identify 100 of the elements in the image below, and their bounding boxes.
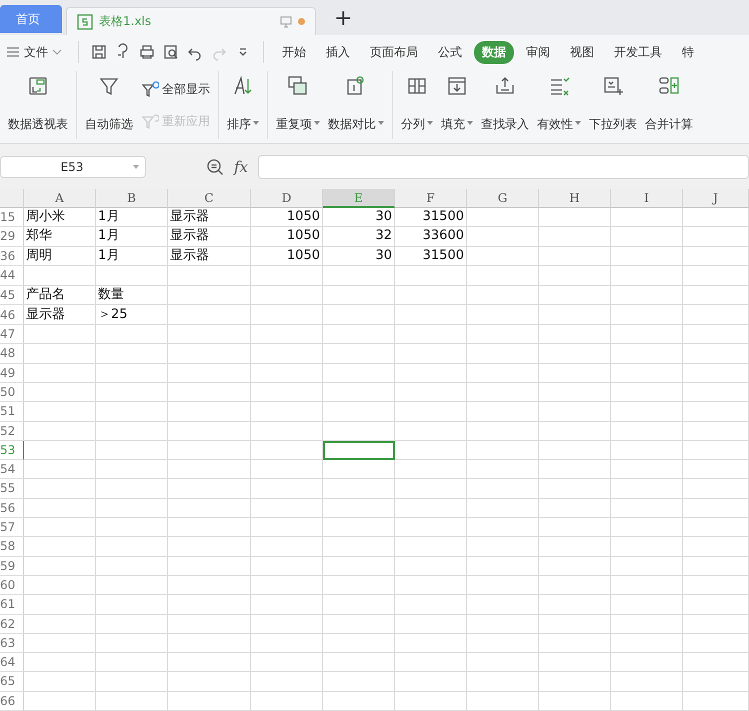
table-cell: [539, 479, 611, 499]
row-header[interactable]: 44: [0, 266, 24, 286]
monitor-icon[interactable]: [280, 16, 292, 28]
row-header[interactable]: 51: [0, 402, 24, 422]
name-box[interactable]: E53: [0, 156, 146, 178]
table-cell: [96, 498, 168, 518]
table-cell: [611, 440, 683, 460]
table-cell: 1050: [251, 208, 323, 228]
row-header[interactable]: 53: [0, 440, 24, 460]
table-cell: [611, 382, 683, 402]
ribbon-tab[interactable]: 公式: [430, 40, 470, 64]
ribbon-button[interactable]: 合并计算: [641, 71, 697, 140]
row-header[interactable]: 45: [0, 286, 24, 306]
ribbon-tab[interactable]: 数据: [474, 40, 514, 64]
table-cell: [24, 498, 96, 518]
ribbon-button[interactable]: 填充: [437, 71, 477, 140]
table-cell: [323, 344, 395, 364]
row-header[interactable]: 48: [0, 344, 24, 364]
row-header[interactable]: 56: [0, 498, 24, 518]
overlap-squares-icon: [287, 75, 309, 98]
row-header[interactable]: 54: [0, 460, 24, 480]
ribbon-button[interactable]: 全部显示: [141, 80, 210, 98]
table-cell: [683, 537, 749, 557]
table-cell: [467, 537, 539, 557]
selected-cell[interactable]: [323, 440, 395, 460]
preview-icon[interactable]: [162, 43, 180, 62]
save-icon[interactable]: [90, 43, 108, 62]
ribbon-button[interactable]: 数据对比: [324, 71, 388, 140]
column-header[interactable]: I: [611, 188, 683, 208]
table-cell: [683, 208, 749, 228]
row-header[interactable]: 47: [0, 325, 24, 344]
table-cell: [323, 460, 395, 480]
column-header[interactable]: H: [539, 188, 611, 208]
row-header[interactable]: 65: [0, 672, 24, 692]
table-cell: [251, 576, 323, 596]
row-header[interactable]: 57: [0, 518, 24, 538]
ribbon-button[interactable]: 分列: [397, 71, 437, 140]
new-tab-button[interactable]: +: [320, 6, 366, 36]
ribbon-tab[interactable]: 审阅: [518, 40, 558, 64]
ribbon-button[interactable]: 重复项: [272, 71, 324, 140]
table-cell: [467, 440, 539, 460]
zoom-out-icon[interactable]: [206, 158, 224, 176]
table-cell: [467, 595, 539, 614]
table-cell: 31500: [395, 208, 467, 228]
ribbon-button[interactable]: 下拉列表: [585, 71, 641, 140]
file-menu[interactable]: 文件: [6, 44, 70, 61]
column-header[interactable]: F: [395, 188, 467, 208]
table-cell: [323, 382, 395, 402]
print-icon[interactable]: [138, 43, 156, 62]
ribbon-button[interactable]: 排序: [223, 71, 263, 140]
ribbon-tab[interactable]: 特: [674, 40, 702, 64]
table-cell: 1050: [251, 246, 323, 266]
ribbon-button[interactable]: 自动筛选: [81, 71, 137, 140]
column-header[interactable]: B: [96, 188, 168, 208]
table-cell: [467, 325, 539, 344]
row-header[interactable]: 61: [0, 595, 24, 614]
row-header[interactable]: 36: [0, 246, 24, 266]
table-cell: [467, 246, 539, 266]
row-header[interactable]: 49: [0, 364, 24, 383]
formula-input[interactable]: [258, 155, 749, 180]
table-cell: [251, 614, 323, 634]
ribbon-tab[interactable]: 页面布局: [362, 40, 426, 64]
table-cell: [395, 440, 467, 460]
ribbon-tab[interactable]: 开发工具: [606, 40, 670, 64]
row-header[interactable]: 59: [0, 556, 24, 576]
ribbon-button[interactable]: 有效性: [533, 71, 585, 140]
row-header[interactable]: 46: [0, 305, 24, 326]
row-header[interactable]: 29: [0, 227, 24, 247]
ribbon-button[interactable]: 数据透视表: [4, 71, 72, 140]
ribbon-button[interactable]: 查找录入: [477, 71, 533, 140]
row-header[interactable]: 55: [0, 479, 24, 499]
row-header[interactable]: 52: [0, 422, 24, 441]
table-cell: [251, 653, 323, 672]
ribbon-tab[interactable]: 插入: [318, 40, 358, 64]
column-header[interactable]: J: [683, 188, 749, 208]
table-cell: [96, 518, 168, 538]
table-cell: [323, 595, 395, 614]
column-header[interactable]: C: [168, 188, 251, 208]
table-cell: [323, 634, 395, 654]
column-header[interactable]: D: [251, 188, 323, 208]
table-cell: 32: [323, 227, 395, 247]
row-header[interactable]: 50: [0, 382, 24, 402]
column-header[interactable]: A: [24, 188, 96, 208]
column-header[interactable]: G: [467, 188, 539, 208]
ribbon-tab[interactable]: 视图: [562, 40, 602, 64]
row-header[interactable]: 64: [0, 653, 24, 672]
row-header[interactable]: 58: [0, 537, 24, 557]
table-cell: [539, 556, 611, 576]
ribbon-tab[interactable]: 开始: [274, 40, 314, 64]
table-cell: [467, 305, 539, 326]
row-header[interactable]: 15: [0, 208, 24, 228]
table-cell: [395, 266, 467, 286]
row-header[interactable]: 66: [0, 692, 24, 711]
table-cell: [323, 402, 395, 422]
row-header[interactable]: 62: [0, 614, 24, 634]
row-header[interactable]: 60: [0, 576, 24, 596]
table-cell: [251, 634, 323, 654]
function-label[interactable]: fx: [234, 158, 248, 176]
table-cell: [539, 325, 611, 344]
row-header[interactable]: 63: [0, 634, 24, 654]
